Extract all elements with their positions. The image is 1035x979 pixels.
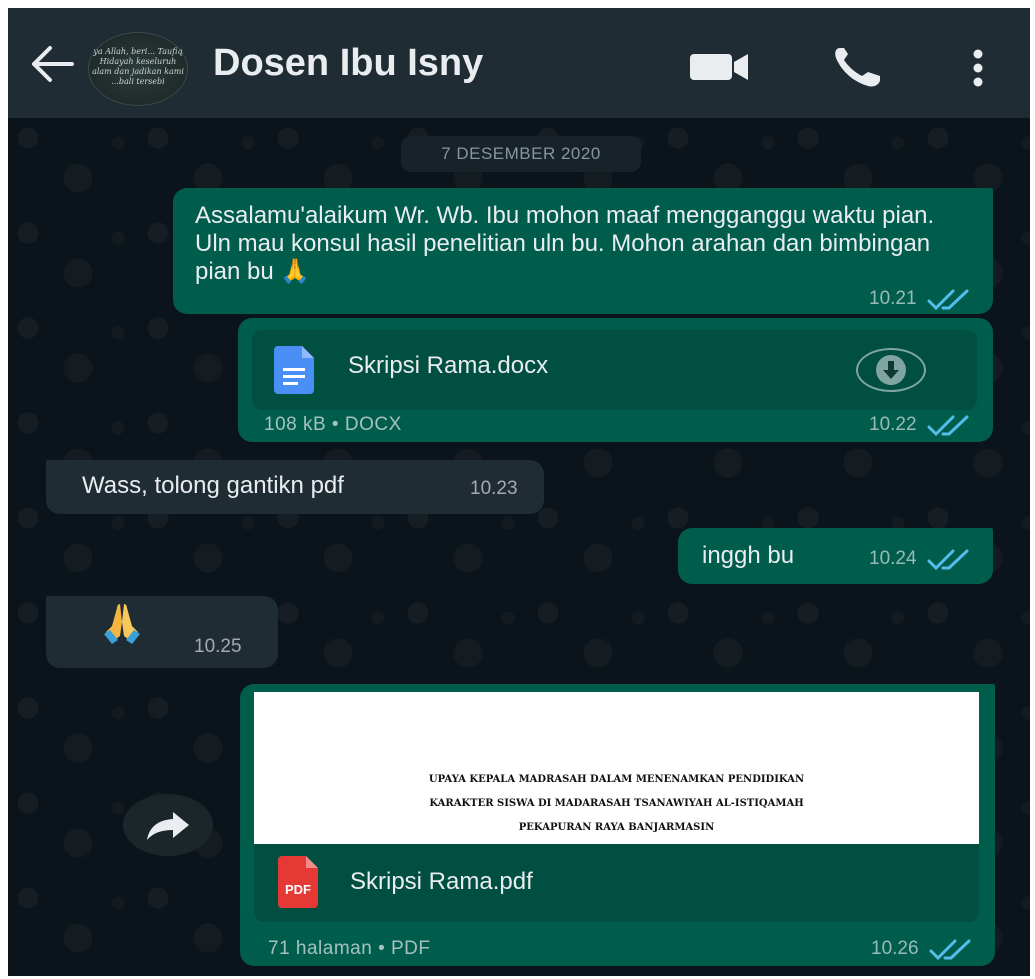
- double-check-read-icon: [927, 289, 969, 310]
- document-file-info: 108 kB • DOCX: [264, 414, 402, 435]
- message-text: Wass, tolong gantikn pdf: [82, 472, 344, 499]
- message-time: 10.24: [869, 548, 917, 569]
- pdf-file-card[interactable]: PDF Skripsi Rama.pdf: [254, 844, 979, 922]
- vertical-dots-icon: [973, 49, 983, 87]
- video-camera-icon: [690, 54, 748, 80]
- message-text: inggh bu: [702, 542, 795, 569]
- pdf-preview-line: UPAYA KEPALA MADRASAH DALAM MENENAMKAN P…: [428, 774, 805, 785]
- document-card[interactable]: Skripsi Rama.docx: [252, 330, 977, 410]
- pdf-file-info: 71 halaman • PDF: [268, 938, 431, 959]
- pdf-preview[interactable]: UPAYA KEPALA MADRASAH DALAM MENENAMKAN P…: [254, 692, 979, 844]
- forward-arrow-icon: [147, 812, 189, 840]
- message-meta: 10.21: [869, 288, 971, 311]
- double-check-read-icon: [929, 939, 971, 960]
- back-button[interactable]: [28, 44, 76, 84]
- chat-header: ya Allah, beri... Taufiq Hidayah keselur…: [8, 8, 1030, 118]
- folded-hands-icon: [104, 604, 140, 644]
- whatsapp-chat-window: ya Allah, beri... Taufiq Hidayah keselur…: [8, 8, 1030, 976]
- download-button[interactable]: [856, 348, 926, 392]
- message-time: 10.23: [470, 478, 518, 499]
- video-call-button[interactable]: [688, 52, 752, 82]
- arrow-left-icon: [32, 46, 74, 82]
- message-meta: 10.26: [871, 938, 973, 961]
- outgoing-pdf-bubble[interactable]: UPAYA KEPALA MADRASAH DALAM MENENAMKAN P…: [240, 684, 995, 966]
- avatar-calligraphy: ya Allah, beri... Taufiq Hidayah keselur…: [92, 47, 184, 86]
- download-icon: [876, 355, 906, 385]
- message-text: Assalamu'alaikum Wr. Wb. Ibu mohon maaf …: [195, 202, 935, 285]
- double-check-read-icon: [927, 415, 969, 436]
- double-check-read-icon: [927, 549, 969, 570]
- message-meta: 10.23: [470, 478, 518, 500]
- message-time: 10.26: [871, 938, 919, 959]
- contact-name[interactable]: Dosen Ibu Isny: [213, 42, 483, 85]
- more-options-button[interactable]: [966, 46, 990, 90]
- message-meta: 10.22: [869, 414, 971, 437]
- message-time: 10.22: [869, 414, 917, 435]
- outgoing-document-bubble[interactable]: Skripsi Rama.docx 108 kB • DOCX 10.22: [238, 318, 993, 442]
- svg-text:PDF: PDF: [285, 882, 311, 897]
- incoming-message-bubble[interactable]: Wass, tolong gantikn pdf 10.23: [46, 460, 544, 514]
- message-meta: 10.24: [869, 548, 971, 571]
- pdf-icon: PDF: [278, 856, 318, 908]
- pdf-preview-line: KARAKTER SISWA DI MADARASAH TSANAWIYAH A…: [429, 798, 804, 809]
- outgoing-message-bubble[interactable]: Assalamu'alaikum Wr. Wb. Ibu mohon maaf …: [173, 188, 993, 314]
- message-meta: 10.25: [194, 636, 242, 658]
- document-icon: [274, 346, 314, 394]
- message-time: 10.21: [869, 288, 917, 309]
- message-time: 10.25: [194, 636, 242, 657]
- voice-call-button[interactable]: [830, 44, 884, 90]
- forward-button[interactable]: [123, 794, 213, 856]
- pdf-file-name: Skripsi Rama.pdf: [350, 868, 533, 895]
- document-file-name: Skripsi Rama.docx: [348, 352, 549, 379]
- incoming-emoji-bubble[interactable]: 10.25: [46, 596, 278, 668]
- contact-avatar[interactable]: ya Allah, beri... Taufiq Hidayah keselur…: [88, 32, 188, 106]
- date-separator: 7 DESEMBER 2020: [401, 136, 641, 172]
- outgoing-message-bubble[interactable]: inggh bu 10.24: [678, 528, 993, 584]
- phone-icon: [835, 48, 880, 87]
- pdf-preview-line: PEKAPURAN RAYA BANJARMASIN: [518, 822, 715, 833]
